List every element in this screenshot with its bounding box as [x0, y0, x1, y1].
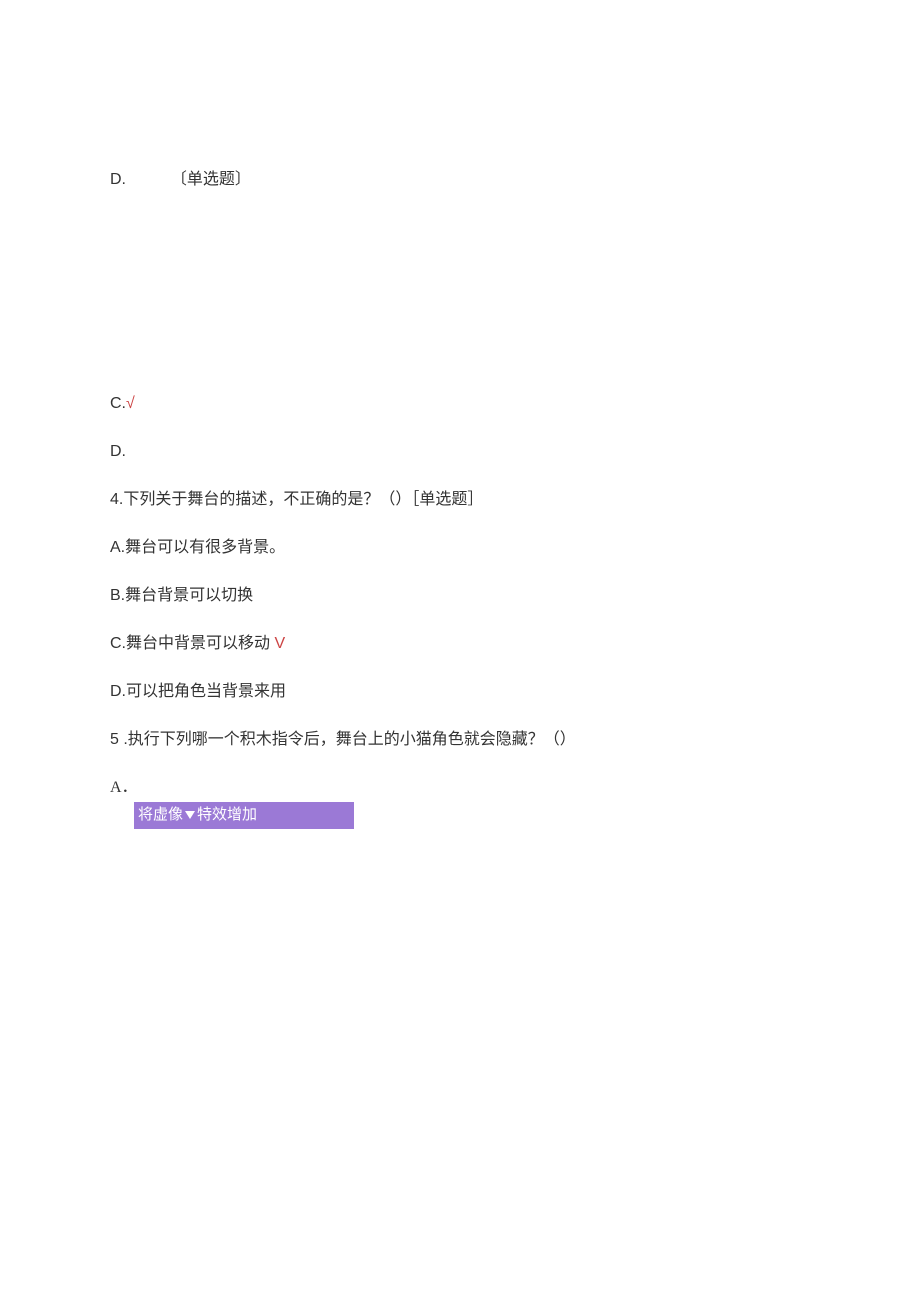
q4-option-c-text: C.舞台中背景可以移动 — [110, 635, 270, 652]
q3-option-c-mark: √ — [126, 395, 135, 412]
block-suffix-text: 特效增加 — [197, 806, 257, 823]
prev-option-d-label: D. — [110, 171, 126, 188]
prev-question-tag: 〔单选题〕 — [171, 171, 251, 188]
q4-option-c-mark: V — [270, 635, 285, 652]
q4-option-a: A.舞台可以有很多背景。 — [110, 539, 285, 556]
q3-option-d-label: D. — [110, 443, 126, 460]
q4-stem: 4.下列关于舞台的描述，不正确的是？（）［单选题］ — [110, 491, 483, 508]
block-prefix-text: 将虚像 — [138, 806, 183, 823]
q5-option-a-label: A． — [110, 779, 138, 796]
dropdown-triangle-icon — [185, 811, 195, 819]
q4-option-b: B.舞台背景可以切换 — [110, 587, 253, 604]
q3-option-c-label: C. — [110, 395, 126, 412]
q4-option-d: D.可以把角色当背景来用 — [110, 683, 286, 700]
scratch-block-effect-increase: 将虚像特效增加 — [134, 802, 354, 829]
q5-stem: 5 .执行下列哪一个积木指令后，舞台上的小猫角色就会隐藏？（） — [110, 731, 576, 748]
